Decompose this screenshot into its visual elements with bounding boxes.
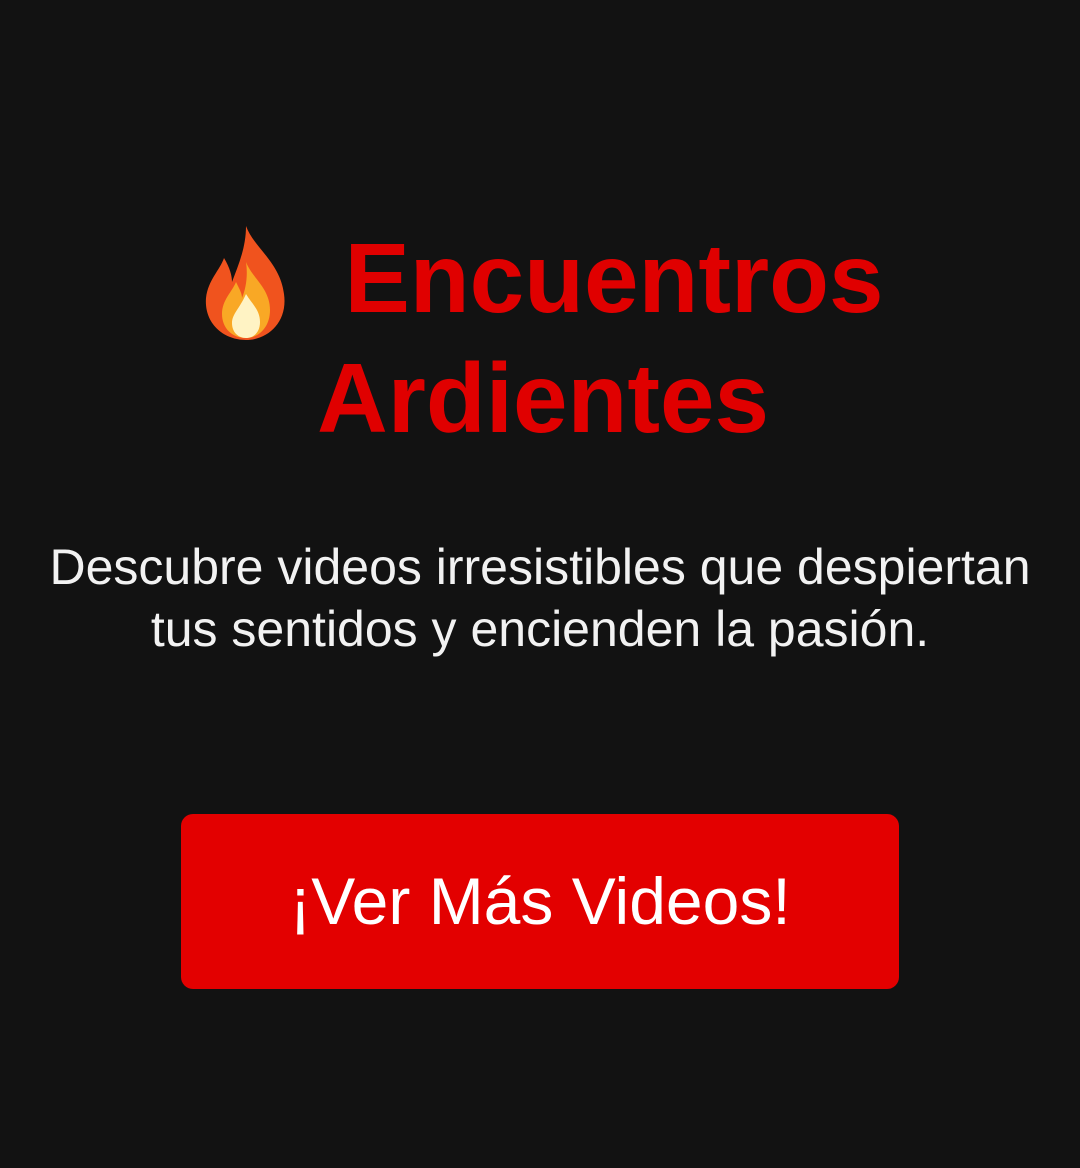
title-text-line-2: Ardientes (316, 343, 769, 453)
description-text: Descubre videos irresistibles que despie… (49, 539, 1031, 657)
fire-icon (196, 222, 296, 342)
title-text-line-1: Encuentros (344, 223, 884, 333)
see-more-videos-button[interactable]: ¡Ver Más Videos! (181, 814, 899, 989)
title-line-1: Encuentros (0, 218, 1080, 340)
landing-page: Encuentros Ardientes Descubre videos irr… (0, 0, 1080, 1168)
page-title: Encuentros Ardientes (0, 218, 1080, 458)
